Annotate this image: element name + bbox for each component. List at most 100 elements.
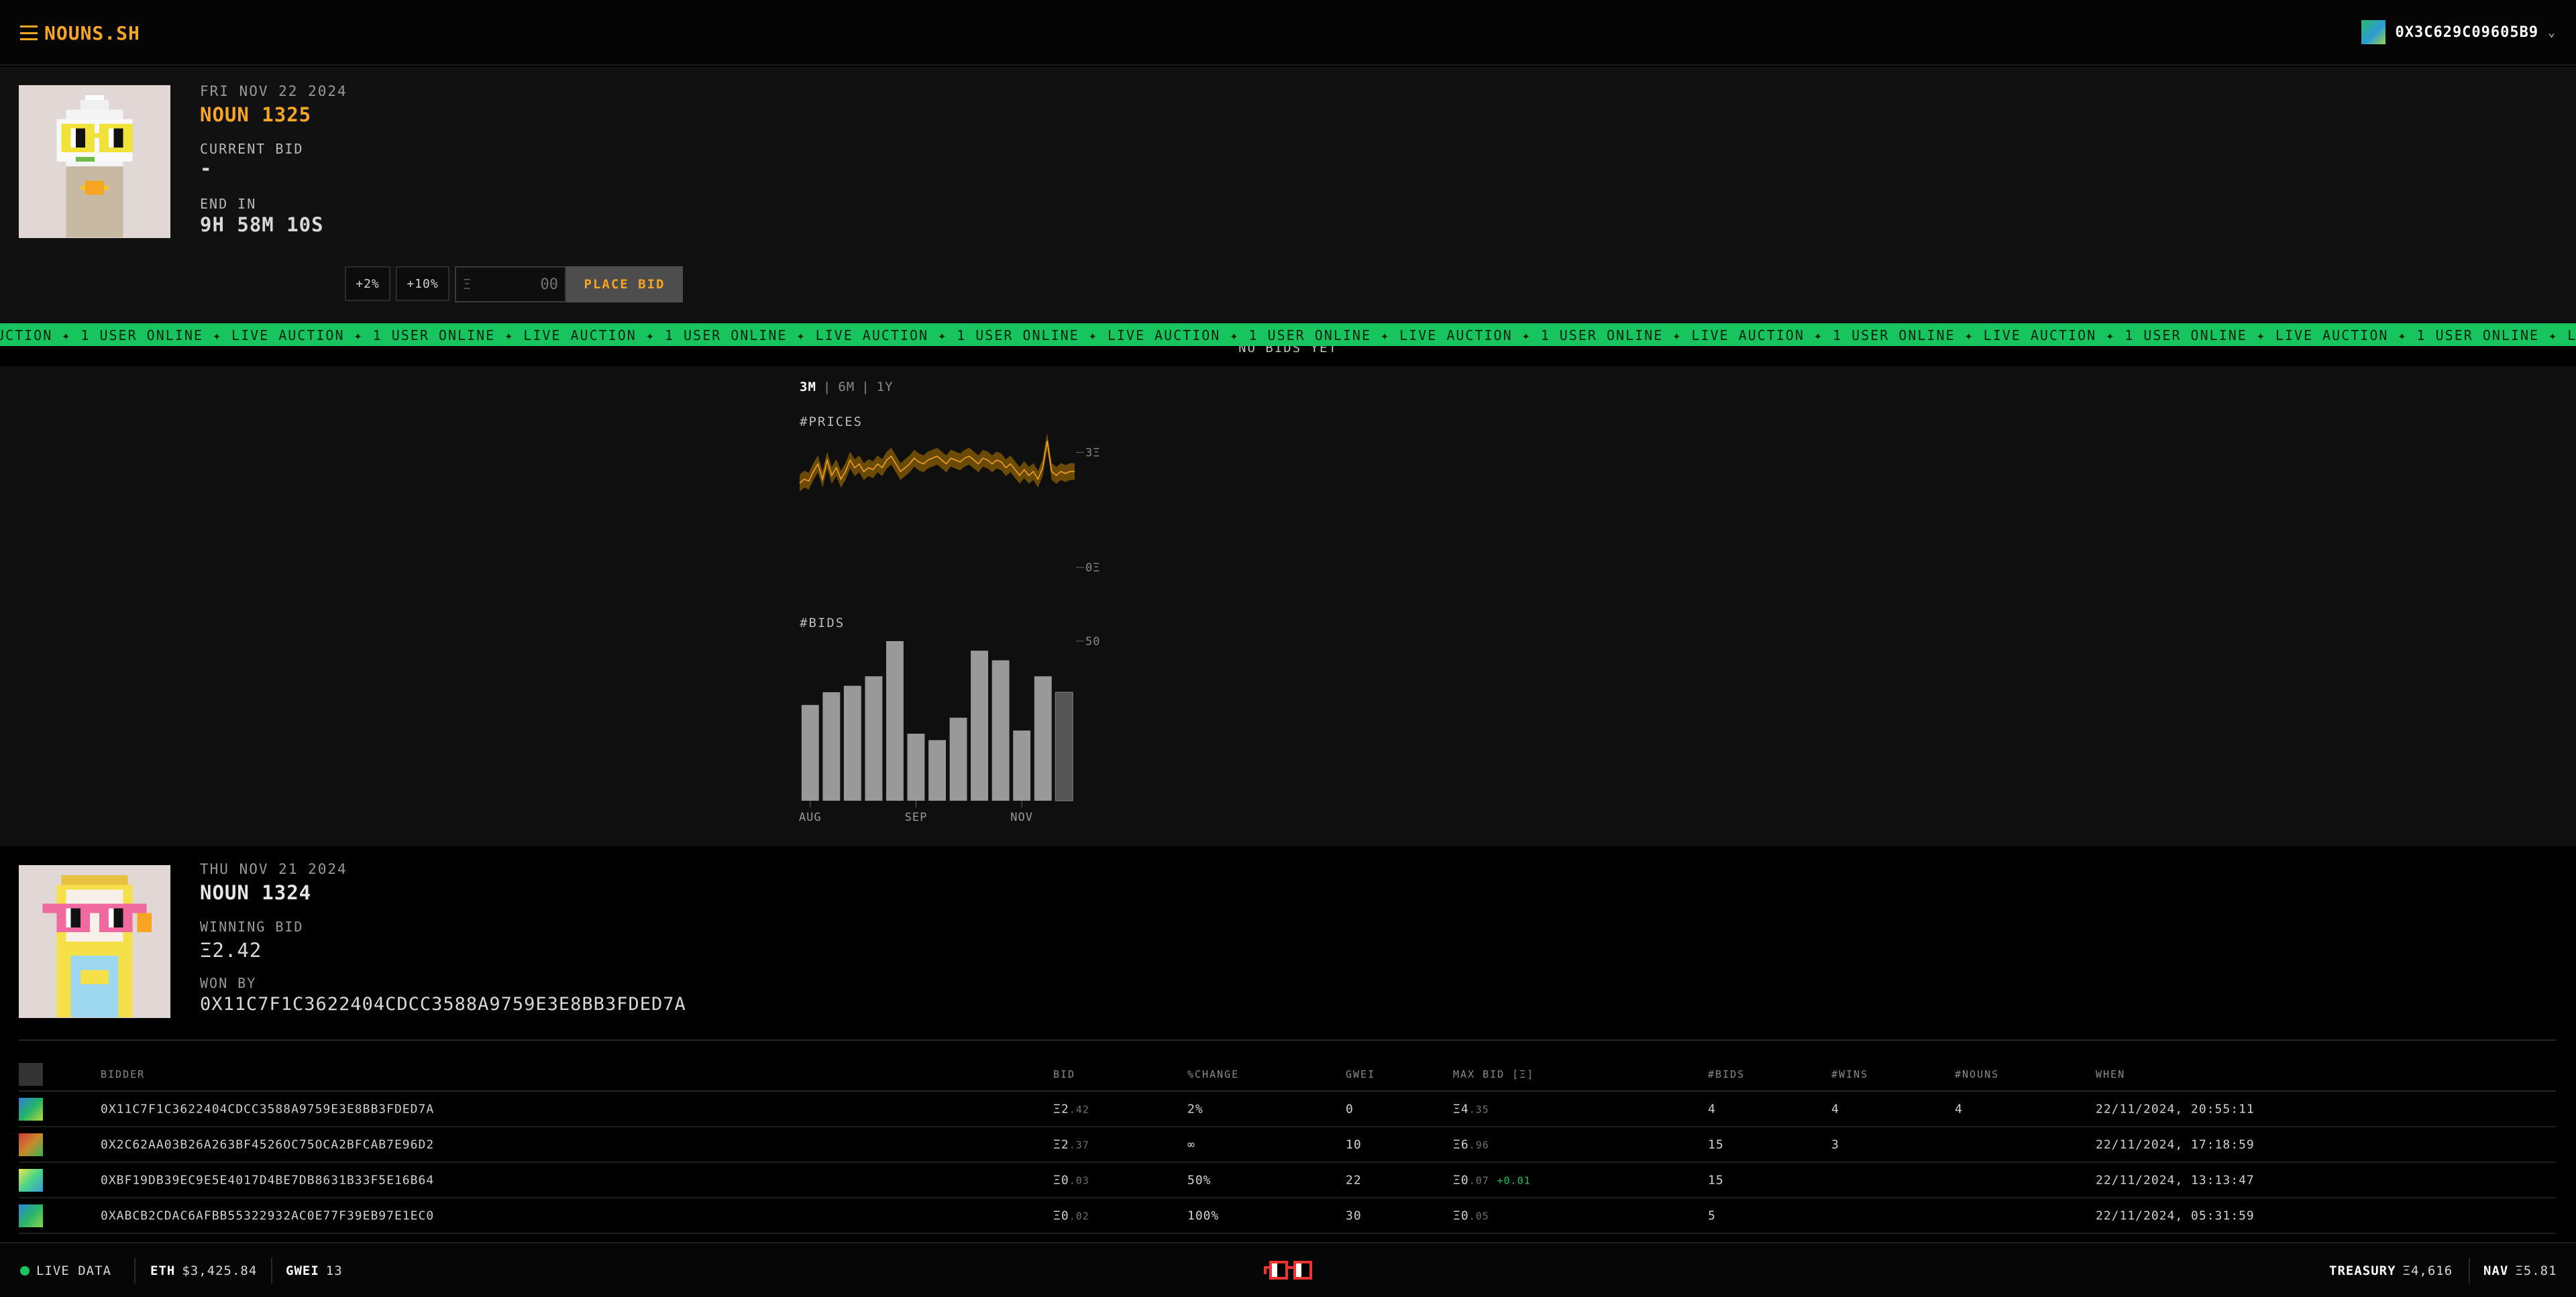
noun-1324-pixel-art	[19, 866, 170, 1017]
bidder-address[interactable]: 0X2C62AA03B26A263BF4526OC75OCA2BFCAB7E96…	[101, 1137, 434, 1151]
col-bidder[interactable]: BIDDER	[101, 1068, 145, 1080]
bid-change: 2%	[1187, 1102, 1203, 1116]
max-decimals: .35	[1468, 1103, 1489, 1115]
col-when[interactable]: WHEN	[2096, 1068, 2125, 1080]
bidder-avatar	[19, 1133, 43, 1156]
max-decimals: .96	[1468, 1139, 1489, 1151]
bid-gwei: 10	[1346, 1137, 1362, 1151]
range-tabs: 3M | 6M | 1Y	[800, 380, 894, 394]
bid-amount: Ξ0.02	[1053, 1208, 1089, 1223]
bids-bar[interactable]	[971, 651, 988, 801]
tab-1y[interactable]: 1Y	[877, 380, 894, 394]
plus-10-percent-button[interactable]: +10%	[396, 266, 449, 301]
col-nouns[interactable]: #NOUNS	[1955, 1068, 1999, 1080]
wallet-avatar	[2361, 20, 2386, 44]
bidder-bid-count: 4	[1708, 1102, 1716, 1116]
nav-label: NAV	[2483, 1263, 2509, 1278]
bids-bar[interactable]	[1034, 676, 1052, 801]
bidder-bid-count: 15	[1708, 1173, 1724, 1187]
treasury-label: TREASURY	[2329, 1263, 2396, 1278]
table-row[interactable]: 0X2C62AA03B26A263BF4526OC75OCA2BFCAB7E96…	[19, 1127, 2556, 1163]
table-row[interactable]: 0XBF19DB39EC9E5E4017D4BE7DB8631B33F5E16B…	[19, 1163, 2556, 1198]
x-tick-label: SEP	[905, 811, 928, 824]
price-band	[800, 433, 1075, 492]
bids-bar[interactable]	[991, 660, 1010, 801]
place-bid-button[interactable]: PLACE BID	[566, 266, 683, 302]
plus-2-percent-button[interactable]: +2%	[345, 266, 390, 301]
noggles-logo-icon[interactable]	[1264, 1261, 1312, 1280]
bid-main: Ξ0	[1053, 1173, 1069, 1187]
bid-amount-input[interactable]	[472, 276, 565, 293]
wallet-button[interactable]: 0X3C629C09605B9 ⌄	[2361, 20, 2556, 44]
bids-bar[interactable]	[801, 705, 819, 801]
bid-timestamp: 22/11/2024, 13:13:47	[2096, 1173, 2255, 1187]
price-tick-label: 0Ξ	[1085, 561, 1100, 575]
col-gwei[interactable]: GWEI	[1346, 1068, 1375, 1080]
bidder-win-count: 3	[1831, 1137, 1839, 1151]
bid-timestamp: 22/11/2024, 20:55:11	[2096, 1102, 2255, 1116]
table-row[interactable]: 0X11C7F1C3622404CDCC3588A9759E3E8BB3FDED…	[19, 1092, 2556, 1127]
noun-1325-image	[19, 85, 170, 238]
tab-separator: |	[822, 380, 832, 394]
x-tick-label: NOV	[1010, 811, 1033, 824]
current-bid-value: -	[200, 157, 213, 180]
wallet-address: 0X3C629C09605B9	[2395, 23, 2539, 41]
max-decimals: .05	[1468, 1210, 1489, 1222]
bids-bar[interactable]	[949, 718, 967, 801]
live-data-label: LIVE DATA	[36, 1263, 111, 1278]
status-footer: LIVE DATA ETH $3,425.84 GWEI 13 TREASURY…	[0, 1242, 2576, 1297]
col-max-bid[interactable]: MAX BID [Ξ]	[1453, 1068, 1534, 1080]
bidder-avatar	[19, 1168, 43, 1192]
prev-auction-title: NOUN 1324	[200, 881, 312, 904]
live-ticker-banner: UCTION ✦ 1 USER ONLINE ✦ LIVE AUCTION ✦ …	[0, 323, 2576, 346]
bid-input-field[interactable]: Ξ	[455, 266, 566, 302]
max-bid: Ξ4.35	[1453, 1102, 1489, 1116]
bids-bar[interactable]	[1055, 691, 1073, 801]
prices-chart: 3Ξ 0Ξ	[799, 433, 1100, 575]
bids-bar[interactable]	[865, 676, 883, 801]
winner-address[interactable]: 0X11C7F1C3622404CDCC3588A9759E3E8BB3FDED…	[200, 994, 686, 1015]
col-change[interactable]: %CHANGE	[1187, 1068, 1239, 1080]
bid-decimals: .42	[1069, 1103, 1089, 1115]
won-by-label: WON BY	[200, 975, 257, 991]
bids-bar[interactable]	[886, 641, 904, 801]
tab-3m[interactable]: 3M	[800, 380, 816, 394]
eth-value: $3,425.84	[182, 1263, 258, 1278]
max-main: Ξ0	[1453, 1173, 1469, 1187]
bidder-bid-count: 5	[1708, 1208, 1716, 1223]
noun-1324-image	[19, 865, 170, 1018]
footer-separator	[134, 1258, 136, 1284]
x-tick-label: AUG	[799, 811, 822, 824]
max-bid: Ξ0.05	[1453, 1208, 1489, 1223]
nav-value: NAV Ξ5.81	[2483, 1263, 2557, 1278]
col-bids[interactable]: #BIDS	[1708, 1068, 1745, 1080]
col-wins[interactable]: #WINS	[1831, 1068, 1868, 1080]
bidder-address[interactable]: 0XBF19DB39EC9E5E4017D4BE7DB8631B33F5E16B…	[101, 1173, 434, 1187]
bids-bar[interactable]	[843, 685, 861, 801]
bid-timestamp: 22/11/2024, 17:18:59	[2096, 1137, 2255, 1151]
bids-bar[interactable]	[928, 740, 946, 801]
bidder-avatar	[19, 1097, 43, 1121]
bidder-address[interactable]: 0X11C7F1C3622404CDCC3588A9759E3E8BB3FDED…	[101, 1102, 434, 1116]
bidder-noun-count: 4	[1955, 1102, 1963, 1116]
bidder-address[interactable]: 0XABCB2CDAC6AFBB55322932AC0E77F39EB97E1E…	[101, 1208, 434, 1223]
tab-6m[interactable]: 6M	[838, 380, 855, 394]
col-bid[interactable]: BID	[1053, 1068, 1075, 1080]
bids-tick-label: 50	[1085, 635, 1100, 648]
bid-change: 50%	[1187, 1173, 1212, 1187]
table-row[interactable]: 0XABCB2CDAC6AFBB55322932AC0E77F39EB97E1E…	[19, 1198, 2556, 1234]
table-header-row: BIDDER BID %CHANGE GWEI MAX BID [Ξ] #BID…	[19, 1058, 2556, 1092]
current-bid-label: CURRENT BID	[200, 141, 304, 157]
winning-bid-value: Ξ2.42	[200, 939, 262, 962]
countdown-timer: 9H 58M 10S	[200, 213, 324, 236]
bid-gwei: 0	[1346, 1102, 1354, 1116]
site-logo[interactable]: NOUNS.SH	[44, 22, 140, 44]
bidder-win-count: 4	[1831, 1102, 1839, 1116]
hamburger-menu-icon[interactable]	[20, 25, 38, 40]
divider	[19, 1039, 2556, 1041]
bids-bar[interactable]	[822, 692, 841, 801]
bids-bar[interactable]	[907, 734, 925, 801]
bids-bar[interactable]	[1013, 730, 1031, 801]
bid-decimals: .37	[1069, 1139, 1089, 1151]
max-main: Ξ0	[1453, 1208, 1469, 1223]
